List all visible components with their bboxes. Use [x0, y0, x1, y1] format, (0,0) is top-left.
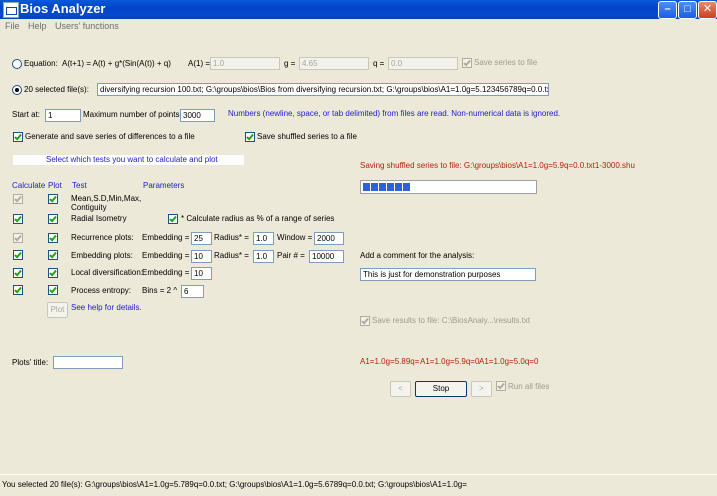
plot-entropy-checkbox[interactable] [48, 285, 58, 295]
equation-label: Equation: [24, 59, 58, 68]
recurrence-radius-input[interactable]: 1.0 [253, 232, 274, 245]
recent-file-1[interactable]: A1=1.0g=5.89q= [360, 357, 419, 366]
header-test: Test [72, 181, 87, 190]
files-radio[interactable] [12, 85, 22, 95]
q-input[interactable]: 0.0 [388, 57, 458, 70]
next-button[interactable]: > [471, 381, 492, 397]
header-calculate: Calculate [12, 181, 46, 190]
progress-block [403, 183, 410, 191]
recent-file-3[interactable]: A1=1.0g=5.0q=0 [479, 357, 538, 366]
saving-status: Saving shuffled series to file: G:\group… [360, 161, 635, 170]
recurrence-window-label: Window = [277, 233, 313, 242]
plot-embedding-checkbox[interactable] [48, 250, 58, 260]
test-mean-label: Mean,S.D,Min,Max, Contiguity [71, 194, 142, 212]
calc-mean-checkbox[interactable] [13, 194, 23, 204]
header-plot: Plot [48, 181, 62, 190]
test-embedding-label: Embedding plots: [71, 251, 133, 260]
entropy-bins-label: Bins = 2 ^ [142, 286, 178, 295]
progress-block [363, 183, 370, 191]
progress-block [379, 183, 386, 191]
plots-title-input[interactable] [53, 356, 123, 369]
g-input[interactable]: 4.65 [299, 57, 369, 70]
progress-block [395, 183, 402, 191]
files-label: 20 selected file(s): [24, 85, 89, 94]
menu-help[interactable]: Help [28, 21, 47, 31]
embedding-radius-input[interactable]: 1.0 [253, 250, 274, 263]
stop-button[interactable]: Stop [415, 381, 467, 397]
window-title: Bios Analyzer [20, 1, 106, 16]
test-entropy-label: Process entropy: [71, 286, 132, 295]
maximize-button[interactable]: □ [678, 1, 697, 19]
menu-file[interactable]: File [5, 21, 20, 31]
embedding-embedding-label: Embedding = [142, 251, 190, 260]
plot-recurrence-checkbox[interactable] [48, 233, 58, 243]
local-embedding-input[interactable]: 10 [191, 267, 212, 280]
menu-users-functions[interactable]: Users' functions [55, 21, 119, 31]
recurrence-embedding-label: Embedding = [142, 233, 190, 242]
a1-label: A(1) = [188, 59, 211, 68]
save-results-checkbox[interactable] [360, 316, 370, 326]
progress-block [371, 183, 378, 191]
files-input[interactable]: diversifying recursion 100.txt; G:\group… [97, 83, 549, 96]
a1-input[interactable]: 1.0 [210, 57, 280, 70]
run-all-label: Run all files [508, 382, 550, 391]
save-series-checkbox[interactable] [462, 58, 472, 68]
title-bar: Bios Analyzer – □ ✕ [0, 0, 717, 19]
help-note: See help for details. [71, 303, 142, 312]
shuffled-label: Save shuffled series to a file [257, 132, 357, 141]
start-input[interactable]: 1 [45, 109, 81, 122]
comment-input[interactable]: This is just for demonstration purposes [360, 268, 536, 281]
embedding-radius-label: Radius* = [214, 251, 249, 260]
comment-label: Add a comment for the analysis: [360, 251, 475, 260]
plots-title-label: Plots' title: [12, 358, 49, 367]
app-icon [3, 2, 19, 18]
embedding-pair-label: Pair # = [277, 251, 305, 260]
recent-file-2[interactable]: A1=1.0g=5.9q=0 [420, 357, 479, 366]
differences-checkbox[interactable] [13, 132, 23, 142]
embedding-embedding-input[interactable]: 10 [191, 250, 212, 263]
recurrence-radius-label: Radius* = [214, 233, 249, 242]
q-label: q = [373, 59, 385, 68]
equation-formula: A(t+1) = A(t) + g*(Sin(A(t)) + q) [62, 59, 171, 68]
plot-radial-checkbox[interactable] [48, 214, 58, 224]
max-points-label: Maximum number of points: [83, 110, 182, 119]
save-results-label: Save results to file: C:\BiosAnaly...\re… [372, 316, 531, 325]
calc-recurrence-checkbox[interactable] [13, 233, 23, 243]
entropy-bins-input[interactable]: 6 [181, 285, 204, 298]
shuffled-checkbox[interactable] [245, 132, 255, 142]
equation-radio[interactable] [12, 59, 22, 69]
local-embedding-label: Embedding = [142, 268, 190, 277]
calc-radial-checkbox[interactable] [13, 214, 23, 224]
calc-local-checkbox[interactable] [13, 268, 23, 278]
minimize-button[interactable]: – [658, 1, 677, 19]
g-label: g = [284, 59, 296, 68]
progress-block [387, 183, 394, 191]
calc-embedding-checkbox[interactable] [13, 250, 23, 260]
test-local-label: Local diversification: [71, 268, 144, 277]
test-recurrence-label: Recurrence plots: [71, 233, 134, 242]
recurrence-window-input[interactable]: 2000 [314, 232, 344, 245]
run-all-checkbox[interactable] [496, 381, 506, 391]
radius-percent-label: * Calculate radius as % of a range of se… [181, 214, 335, 223]
radius-percent-checkbox[interactable] [168, 214, 178, 224]
progress-bar [360, 180, 537, 194]
plot-local-checkbox[interactable] [48, 268, 58, 278]
select-tests-banner: Select which tests you want to calculate… [13, 155, 244, 165]
header-parameters: Parameters [143, 181, 185, 190]
plot-mean-checkbox[interactable] [48, 194, 58, 204]
close-button[interactable]: ✕ [698, 1, 717, 19]
start-label: Start at: [12, 110, 41, 119]
calc-entropy-checkbox[interactable] [13, 285, 23, 295]
plot-button[interactable]: Plot [47, 302, 68, 318]
previous-button[interactable]: < [390, 381, 411, 397]
save-series-label: Save series to file [474, 58, 538, 67]
read-note: Numbers (newline, space, or tab delimite… [228, 109, 561, 118]
max-points-input[interactable]: 3000 [180, 109, 215, 122]
differences-label: Generate and save series of differences … [25, 132, 195, 141]
recurrence-embedding-input[interactable]: 25 [191, 232, 212, 245]
test-radial-label: Radial Isometry [71, 214, 127, 223]
embedding-pair-input[interactable]: 10000 [309, 250, 344, 263]
status-text: You selected 20 file(s): G:\groups\bios\… [2, 480, 467, 489]
